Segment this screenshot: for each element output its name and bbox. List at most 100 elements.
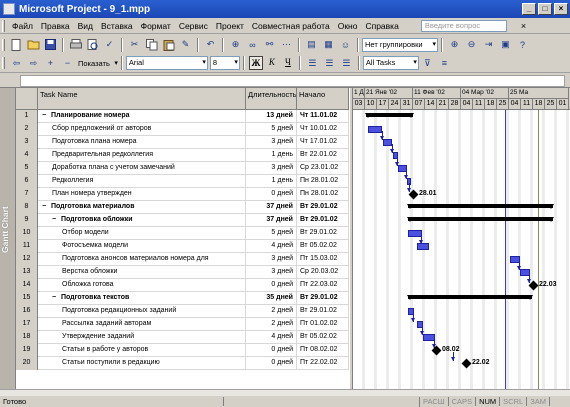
menu-format[interactable]: Формат bbox=[137, 21, 175, 31]
arrow-left-icon[interactable]: ⇦ bbox=[9, 56, 24, 71]
row-id[interactable]: 20 bbox=[16, 357, 38, 370]
table-row[interactable]: 13 Верстка обложки 3 дней Ср 20.03.02 bbox=[16, 266, 349, 279]
row-id[interactable]: 18 bbox=[16, 331, 38, 344]
task-duration[interactable]: 1 день bbox=[246, 149, 297, 162]
format-painter-icon[interactable]: ✎ bbox=[178, 37, 193, 52]
menu-insert[interactable]: Вставка bbox=[97, 21, 137, 31]
task-start[interactable]: Чт 10.01.02 bbox=[297, 123, 349, 136]
task-duration[interactable]: 3 дней bbox=[246, 162, 297, 175]
task-start[interactable]: Вт 29.01.02 bbox=[297, 201, 349, 214]
unlink-tasks-icon[interactable]: ⚯ bbox=[262, 37, 277, 52]
task-start[interactable]: Вт 05.02.02 bbox=[297, 331, 349, 344]
close-doc-icon[interactable]: × bbox=[521, 21, 526, 31]
row-id[interactable]: 4 bbox=[16, 149, 38, 162]
table-row[interactable]: 14 Обложка готова 0 дней Пт 22.03.02 bbox=[16, 279, 349, 292]
maximize-button[interactable]: □ bbox=[538, 3, 552, 15]
table-row[interactable]: 10 Отбор модели 5 дней Вт 29.01.02 bbox=[16, 227, 349, 240]
task-name[interactable]: Редколлегия bbox=[38, 175, 246, 188]
task-duration[interactable]: 5 дней bbox=[246, 123, 297, 136]
copy-icon[interactable] bbox=[144, 37, 159, 52]
task-duration[interactable]: 2 дней bbox=[246, 318, 297, 331]
show-outline-button[interactable]: Показать bbox=[76, 59, 118, 68]
close-button[interactable]: × bbox=[554, 3, 568, 15]
task-duration[interactable]: 37 дней bbox=[246, 201, 297, 214]
view-bar[interactable]: Gantt Chart bbox=[0, 88, 16, 389]
task-name[interactable]: Обложка готова bbox=[38, 279, 246, 292]
hide-subtasks-icon[interactable]: − bbox=[60, 56, 75, 71]
row-id[interactable]: 9 bbox=[16, 214, 38, 227]
summary-bar[interactable] bbox=[407, 295, 533, 300]
menu-edit[interactable]: Правка bbox=[37, 21, 74, 31]
row-id[interactable]: 6 bbox=[16, 175, 38, 188]
gantt-wizard-icon[interactable]: ≡ bbox=[437, 56, 452, 71]
italic-button[interactable]: К bbox=[265, 56, 279, 70]
table-row[interactable]: 1− Планирование номера 13 дней Чт 11.01.02 bbox=[16, 110, 349, 123]
table-row[interactable]: 8− Подготовка материалов 37 дней Вт 29.01.… bbox=[16, 201, 349, 214]
task-name[interactable]: − Подготовка материалов bbox=[38, 201, 246, 214]
row-id[interactable]: 14 bbox=[16, 279, 38, 292]
task-name[interactable]: Сбор предложений от авторов bbox=[38, 123, 246, 136]
task-start[interactable]: Вт 29.01.02 bbox=[297, 305, 349, 318]
task-duration[interactable]: 3 дней bbox=[246, 136, 297, 149]
hyperlink-icon[interactable]: ⊕ bbox=[228, 37, 243, 52]
assign-resources-icon[interactable]: ☺ bbox=[338, 37, 353, 52]
underline-button[interactable]: Ч bbox=[281, 56, 295, 70]
row-id[interactable]: 19 bbox=[16, 344, 38, 357]
table-row[interactable]: 19 Статьи в работе у авторов 0 дней Пт 08.0… bbox=[16, 344, 349, 357]
row-id[interactable]: 15 bbox=[16, 292, 38, 305]
task-name[interactable]: Подготовка редакционных заданий bbox=[38, 305, 246, 318]
summary-bar[interactable] bbox=[407, 204, 554, 209]
entry-field[interactable] bbox=[20, 75, 565, 87]
task-start[interactable]: Пн 28.01.02 bbox=[297, 188, 349, 201]
font-select[interactable]: Arial bbox=[125, 56, 208, 70]
print-icon[interactable] bbox=[68, 37, 83, 52]
task-name[interactable]: − Подготовка текстов bbox=[38, 292, 246, 305]
task-name[interactable]: Статьи в работе у авторов bbox=[38, 344, 246, 357]
task-name[interactable]: Рассылка заданий авторам bbox=[38, 318, 246, 331]
row-id[interactable]: 5 bbox=[16, 162, 38, 175]
task-start[interactable]: Вт 29.01.02 bbox=[297, 214, 349, 227]
task-duration[interactable]: 35 дней bbox=[246, 292, 297, 305]
align-center-icon[interactable]: ☰ bbox=[322, 56, 337, 71]
table-row[interactable]: 3 Подготовка плана номера 3 дней Чт 17.01.0… bbox=[16, 136, 349, 149]
task-name[interactable]: Подготовка плана номера bbox=[38, 136, 246, 149]
menu-collaborate[interactable]: Совместная работа bbox=[248, 21, 334, 31]
task-duration[interactable]: 1 день bbox=[246, 175, 297, 188]
autofilter-icon[interactable]: ⊽ bbox=[420, 56, 435, 71]
header-id[interactable] bbox=[16, 88, 38, 110]
row-id[interactable]: 17 bbox=[16, 318, 38, 331]
show-subtasks-icon[interactable]: + bbox=[43, 56, 58, 71]
task-bar[interactable] bbox=[383, 139, 392, 146]
task-duration[interactable]: 13 дней bbox=[246, 110, 297, 123]
task-start[interactable]: Пт 22.03.02 bbox=[297, 279, 349, 292]
spelling-icon[interactable]: ✓ bbox=[102, 37, 117, 52]
task-name[interactable]: − Подготовка обложки bbox=[38, 214, 246, 227]
row-id[interactable]: 12 bbox=[16, 253, 38, 266]
task-notes-icon[interactable]: ▦ bbox=[321, 37, 336, 52]
new-icon[interactable] bbox=[9, 37, 24, 52]
menu-tools[interactable]: Сервис bbox=[175, 21, 212, 31]
save-icon[interactable] bbox=[43, 37, 58, 52]
collapse-icon[interactable]: − bbox=[52, 292, 59, 304]
task-start[interactable]: Вт 29.01.02 bbox=[297, 292, 349, 305]
paste-icon[interactable] bbox=[161, 37, 176, 52]
zoom-out-icon[interactable]: ⊖ bbox=[464, 37, 479, 52]
row-id[interactable]: 7 bbox=[16, 188, 38, 201]
header-task-name[interactable]: Task Name bbox=[38, 88, 246, 110]
task-start[interactable]: Вт 05.02.02 bbox=[297, 240, 349, 253]
menu-help[interactable]: Справка bbox=[361, 21, 402, 31]
summary-bar[interactable] bbox=[407, 217, 554, 222]
task-duration[interactable]: 3 дней bbox=[246, 266, 297, 279]
row-id[interactable]: 2 bbox=[16, 123, 38, 136]
task-start[interactable]: Пт 08.02.02 bbox=[297, 344, 349, 357]
task-start[interactable]: Ср 20.03.02 bbox=[297, 266, 349, 279]
task-duration[interactable]: 4 дней bbox=[246, 240, 297, 253]
task-name[interactable]: Предварительная редколлегия bbox=[38, 149, 246, 162]
task-duration[interactable]: 3 дней bbox=[246, 253, 297, 266]
bold-button[interactable]: Ж bbox=[248, 56, 263, 70]
table-row[interactable]: 7 План номера утвержден 0 дней Пн 28.01.02 bbox=[16, 188, 349, 201]
task-name[interactable]: Доработка плана с учетом замечаний bbox=[38, 162, 246, 175]
copy-picture-icon[interactable]: ▣ bbox=[498, 37, 513, 52]
task-duration[interactable]: 0 дней bbox=[246, 357, 297, 370]
table-row[interactable]: 4 Предварительная редколлегия 1 день Вт 22.… bbox=[16, 149, 349, 162]
